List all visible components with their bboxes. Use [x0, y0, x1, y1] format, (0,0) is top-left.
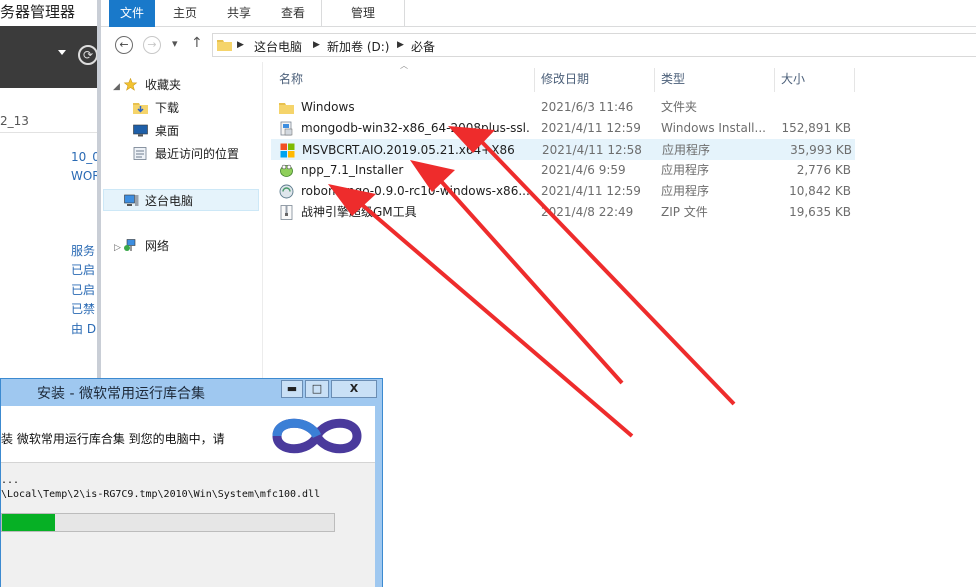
sidebar-item-favorites[interactable]: 收藏夹	[123, 74, 253, 96]
file-size: 19,635 KB	[789, 205, 851, 219]
sidebar-item-this-pc[interactable]: 这台电脑	[103, 189, 259, 211]
close-button[interactable]: X	[331, 380, 377, 398]
file-type: 文件夹	[661, 100, 698, 114]
column-header-name[interactable]: 名称	[273, 68, 535, 92]
tab-view[interactable]: 查看	[271, 0, 315, 27]
file-size: 2,776 KB	[796, 163, 851, 177]
file-name: MSVBCRT.AIO.2019.05.21.x64+X86	[302, 143, 515, 157]
server-link-4[interactable]: 已启	[71, 261, 95, 278]
tab-manage[interactable]: 管理	[321, 0, 405, 27]
tab-share[interactable]: 共享	[217, 0, 261, 27]
column-header-size[interactable]: 大小	[775, 68, 855, 92]
file-type: 应用程序	[661, 163, 710, 177]
folder-icon	[279, 103, 294, 114]
installer-file-path: \Local\Temp\2\is-RG7C9.tmp\2010\Win\Syst…	[1, 489, 321, 500]
file-name: npp_7.1_Installer	[301, 163, 404, 177]
breadcrumb-drive-d[interactable]: 新加卷 (D:)	[327, 38, 389, 55]
sidebar-item-recent-places[interactable]: 最近访问的位置	[133, 143, 258, 165]
recent-locations-button[interactable]: ▾	[172, 37, 178, 50]
sidebar-item-network[interactable]: 网络	[123, 235, 253, 257]
address-bar-row: ← → ▾ ↑ ▶ 这台电脑 ▶ 新加卷 (D:) ▶ 必备	[101, 28, 976, 62]
table-row[interactable]: Windows 2021/6/3 11:46 文件夹	[271, 97, 855, 118]
file-type: 应用程序	[661, 184, 710, 198]
installer-title-bar[interactable]: 安装 - 微软常用运行库合集 ▬ □ X	[1, 379, 382, 406]
installer-body: ... \Local\Temp\2\is-RG7C9.tmp\2010\Win\…	[1, 463, 375, 587]
star-icon	[123, 78, 138, 91]
ribbon-tabs: 文件 主页 共享 查看 管理	[101, 0, 976, 27]
zip-file-icon	[280, 205, 293, 220]
chevron-down-icon[interactable]	[58, 50, 66, 55]
file-type: 应用程序	[662, 143, 711, 157]
address-bar[interactable]: ▶ 这台电脑 ▶ 新加卷 (D:) ▶ 必备	[212, 33, 976, 57]
msi-installer-icon	[280, 121, 293, 136]
maximize-button[interactable]: □	[305, 380, 329, 398]
tab-home[interactable]: 主页	[163, 0, 207, 27]
installer-status: ...	[1, 475, 20, 486]
file-date: 2021/4/11 12:59	[541, 184, 641, 198]
windows-logo-icon	[280, 143, 295, 158]
breadcrumb-this-pc[interactable]: 这台电脑	[254, 38, 302, 55]
file-size: 35,993 KB	[790, 143, 852, 157]
file-name: robomongo-0.9.0-rc10-windows-x86...	[301, 184, 530, 198]
server-link-5[interactable]: 已启	[71, 281, 95, 298]
column-header-date[interactable]: 修改日期	[535, 68, 655, 92]
table-row[interactable]: npp_7.1_Installer 2021/4/6 9:59 应用程序 2,7…	[271, 160, 855, 181]
installer-title: 安装 - 微软常用运行库合集	[37, 386, 205, 402]
installer-progress-bar	[1, 513, 335, 532]
table-row[interactable]: MSVBCRT.AIO.2019.05.21.x64+X86 2021/4/11…	[271, 139, 855, 160]
file-name: 战神引擎超级GM工具	[301, 205, 417, 219]
divider	[0, 132, 100, 133]
network-icon	[124, 239, 136, 251]
sidebar-item-desktop[interactable]: 桌面	[133, 120, 253, 142]
downloads-folder-icon	[133, 103, 148, 114]
file-size: 10,842 KB	[789, 184, 851, 198]
installer-description: 装 微软常用运行库合集 到您的电脑中，请	[1, 432, 225, 446]
file-name: mongodb-win32-x86_64-2008plus-ssl...	[301, 121, 531, 135]
tab-file[interactable]: 文件	[109, 0, 155, 27]
visual-studio-infinity-logo-icon	[272, 418, 362, 454]
file-size: 152,891 KB	[781, 121, 851, 135]
file-date: 2021/6/3 11:46	[541, 100, 634, 114]
up-button[interactable]: ↑	[191, 35, 203, 51]
sidebar-item-downloads[interactable]: 下载	[133, 97, 253, 119]
table-row[interactable]: mongodb-win32-x86_64-2008plus-ssl... 202…	[271, 118, 855, 139]
file-type: ZIP 文件	[661, 205, 708, 219]
desktop-icon	[133, 124, 148, 137]
server-manager-title: 务器管理器	[0, 0, 100, 24]
minimize-button[interactable]: ▬	[281, 380, 303, 398]
server-link-3[interactable]: 服务	[71, 242, 95, 259]
robomongo-icon	[279, 184, 294, 199]
folder-icon	[217, 40, 232, 51]
window-frame-edge	[375, 406, 382, 587]
file-date: 2021/4/8 22:49	[541, 205, 634, 219]
collapsed-arrow-icon[interactable]: ▷	[114, 243, 121, 253]
table-row[interactable]: robomongo-0.9.0-rc10-windows-x86... 2021…	[271, 181, 855, 202]
server-link-7[interactable]: 由 D	[71, 320, 96, 337]
server-link-1[interactable]: 10_0	[71, 150, 100, 164]
refresh-icon[interactable]: ⟳	[78, 45, 98, 65]
installer-header: 装 微软常用运行库合集 到您的电脑中，请	[1, 406, 375, 463]
server-version-text: 2_13	[0, 114, 29, 128]
breadcrumb-arrow-icon[interactable]: ▶	[313, 40, 320, 50]
recent-places-icon	[133, 147, 147, 160]
breadcrumb-current-folder[interactable]: 必备	[411, 38, 435, 55]
installer-window: 安装 - 微软常用运行库合集 ▬ □ X 装 微软常用运行库合集 到您的电脑中，…	[0, 378, 383, 587]
breadcrumb-arrow-icon[interactable]: ▶	[397, 40, 404, 50]
column-header-type[interactable]: 类型	[655, 68, 775, 92]
forward-button[interactable]: →	[143, 36, 161, 54]
table-row[interactable]: 战神引擎超级GM工具 2021/4/8 22:49 ZIP 文件 19,635 …	[271, 202, 855, 223]
progress-fill	[2, 514, 56, 531]
file-type: Windows Install...	[661, 121, 766, 135]
file-name: Windows	[301, 100, 355, 114]
breadcrumb-arrow-icon[interactable]: ▶	[237, 40, 244, 50]
file-date: 2021/4/11 12:59	[541, 121, 641, 135]
expanded-arrow-icon[interactable]: ◢	[113, 82, 120, 92]
server-link-6[interactable]: 已禁	[71, 300, 95, 317]
notepad-plus-icon	[280, 164, 293, 177]
computer-icon	[124, 194, 139, 206]
file-date: 2021/4/11 12:58	[542, 143, 642, 157]
server-link-2[interactable]: WOR	[71, 169, 100, 183]
back-button[interactable]: ←	[115, 36, 133, 54]
file-date: 2021/4/6 9:59	[541, 163, 626, 177]
